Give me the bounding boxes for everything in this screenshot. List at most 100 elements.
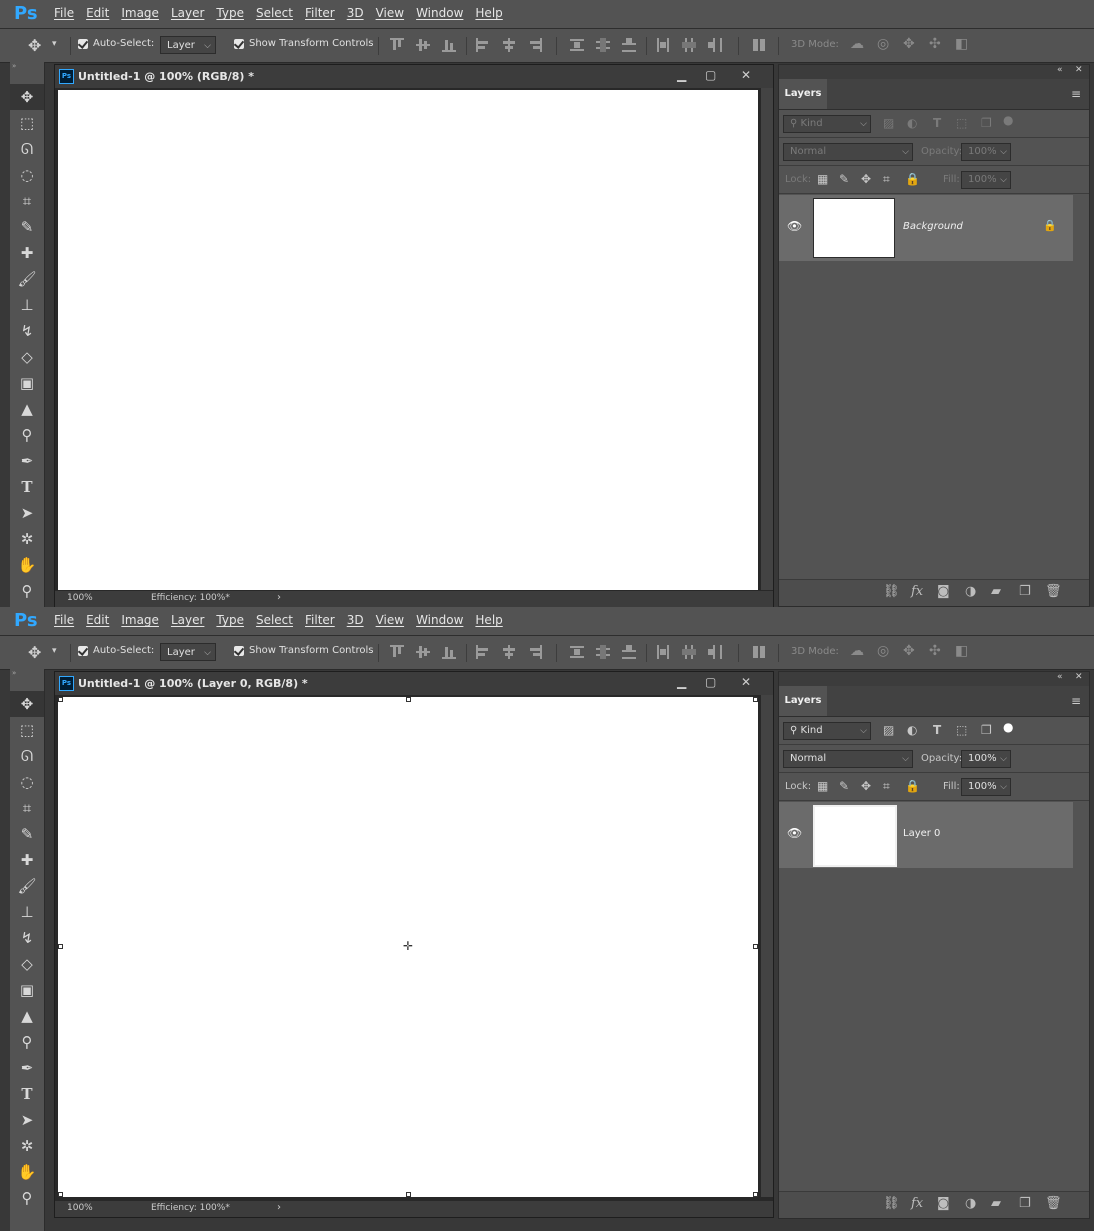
3d-roll-icon[interactable]: ◎ (877, 643, 889, 659)
adjustment-filter-icon[interactable]: ◐ (907, 723, 917, 737)
menu-select[interactable]: Select (256, 613, 293, 627)
path-select-tool-icon[interactable]: ➤ (10, 1107, 44, 1133)
trash-icon[interactable]: 🗑 (1045, 584, 1062, 599)
document-tab[interactable]: Ps Untitled-1 @ 100% (Layer 0, RGB/8) * … (55, 672, 773, 695)
hand-tool-icon[interactable]: ✋ (10, 552, 44, 578)
move-tool-icon[interactable]: ✥ (10, 691, 44, 717)
close-panel-icon[interactable]: ✕ (1075, 672, 1083, 682)
align-vcenter-icon[interactable] (416, 38, 430, 52)
type-tool-icon[interactable]: T (10, 1081, 44, 1107)
image-filter-icon[interactable]: ▨ (883, 116, 894, 130)
adjustment-filter-icon[interactable]: ◐ (907, 116, 917, 130)
align-vcenter-icon[interactable] (416, 645, 430, 659)
auto-select-checkbox[interactable] (78, 39, 88, 49)
filter-kind-dropdown[interactable]: ⚲ Kind ⌵ (783, 115, 871, 133)
distribute-right-icon[interactable] (708, 38, 722, 52)
brush-tool-icon[interactable]: 🖌 (10, 873, 44, 899)
canvas[interactable] (58, 90, 758, 590)
visibility-eye-icon[interactable]: 👁 (787, 826, 802, 840)
menu-image[interactable]: Image (121, 6, 159, 20)
menu-filter[interactable]: Filter (305, 6, 335, 20)
lock-artboard-icon[interactable]: ⌗ (883, 172, 890, 187)
menu-window[interactable]: Window (416, 613, 463, 627)
auto-align-icon[interactable] (752, 38, 766, 52)
quick-select-tool-icon[interactable]: ◌ (10, 769, 44, 795)
image-filter-icon[interactable]: ▨ (883, 723, 894, 737)
blend-mode-dropdown[interactable]: Normal ⌵ (783, 750, 913, 768)
distribute-hcenter-icon[interactable] (682, 38, 696, 52)
pen-tool-icon[interactable]: ✒ (10, 448, 44, 474)
chevron-down-icon[interactable]: ▾ (52, 39, 57, 49)
vertical-scrollbar[interactable] (761, 88, 773, 590)
shape-filter-icon[interactable]: ⬚ (956, 723, 967, 737)
3d-pan-icon[interactable]: ✥ (903, 643, 915, 659)
lock-all-icon[interactable]: 🔒 (905, 172, 920, 186)
menu-window[interactable]: Window (416, 6, 463, 20)
filter-kind-dropdown[interactable]: ⚲ Kind ⌵ (783, 722, 871, 740)
transform-handle-bottom-right[interactable] (753, 1192, 758, 1197)
collapse-icon[interactable]: » (10, 669, 44, 677)
opacity-field[interactable]: 100% ⌵ (961, 143, 1011, 161)
healing-brush-tool-icon[interactable]: ✚ (10, 240, 44, 266)
dodge-tool-icon[interactable]: ⚲ (10, 1029, 44, 1055)
3d-pan-icon[interactable]: ✥ (903, 36, 915, 52)
distribute-vcenter-icon[interactable] (596, 645, 610, 659)
add-mask-icon[interactable]: ◙ (937, 584, 950, 599)
align-top-icon[interactable] (390, 38, 404, 52)
transform-handle-bottom[interactable] (406, 1192, 411, 1197)
pen-tool-icon[interactable]: ✒ (10, 1055, 44, 1081)
menu-filter[interactable]: Filter (305, 613, 335, 627)
fx-icon[interactable]: fx (911, 584, 923, 599)
align-hcenter-icon[interactable] (502, 38, 516, 52)
menu-image[interactable]: Image (121, 613, 159, 627)
menu-select[interactable]: Select (256, 6, 293, 20)
transform-handle-bottom-left[interactable] (58, 1192, 63, 1197)
3d-slide-icon[interactable]: ✣ (929, 36, 941, 52)
layer-name[interactable]: Background (903, 221, 963, 232)
show-transform-checkbox[interactable] (234, 39, 244, 49)
healing-brush-tool-icon[interactable]: ✚ (10, 847, 44, 873)
transform-handle-top-right[interactable] (753, 697, 758, 702)
align-left-icon[interactable] (476, 645, 490, 659)
close-icon[interactable]: ✕ (741, 675, 751, 689)
adjustment-layer-icon[interactable]: ◑ (965, 584, 976, 599)
panel-menu-icon[interactable]: ≡ (1071, 87, 1081, 101)
fill-field[interactable]: 100% ⌵ (961, 171, 1011, 189)
panel-menu-icon[interactable]: ≡ (1071, 694, 1081, 708)
document-tab[interactable]: Ps Untitled-1 @ 100% (RGB/8) * ▁ ▢ ✕ (55, 65, 773, 88)
lock-icon[interactable]: 🔒 (1043, 219, 1057, 232)
align-right-icon[interactable] (528, 645, 542, 659)
show-transform-checkbox[interactable] (234, 646, 244, 656)
maximize-icon[interactable]: ▢ (705, 68, 716, 82)
chevron-right-icon[interactable]: › (277, 592, 281, 603)
crop-tool-icon[interactable]: ⌗ (10, 188, 44, 214)
opacity-field[interactable]: 100% ⌵ (961, 750, 1011, 768)
lock-image-icon[interactable]: ✎ (839, 172, 849, 186)
zoom-tool-icon[interactable]: ⚲ (10, 1185, 44, 1211)
gradient-tool-icon[interactable]: ▣ (10, 977, 44, 1003)
lock-image-icon[interactable]: ✎ (839, 779, 849, 793)
menu-help[interactable]: Help (475, 6, 502, 20)
auto-select-checkbox[interactable] (78, 646, 88, 656)
clone-stamp-tool-icon[interactable]: ⊥ (10, 899, 44, 925)
distribute-left-icon[interactable] (656, 645, 670, 659)
menu-type[interactable]: Type (216, 6, 244, 20)
transform-handle-left[interactable] (58, 944, 63, 949)
minimize-icon[interactable]: ▁ (677, 68, 686, 82)
distribute-hcenter-icon[interactable] (682, 645, 696, 659)
blur-tool-icon[interactable]: ▲ (10, 396, 44, 422)
3d-slide-icon[interactable]: ✣ (929, 643, 941, 659)
filter-toggle-icon[interactable]: ● (1003, 720, 1013, 734)
shape-filter-icon[interactable]: ⬚ (956, 116, 967, 130)
trash-icon[interactable]: 🗑 (1045, 1196, 1062, 1211)
lock-position-icon[interactable]: ✥ (861, 779, 871, 793)
tab-layers[interactable]: Layers (779, 79, 827, 109)
menu-edit[interactable]: Edit (86, 613, 109, 627)
3d-orbit-icon[interactable]: ☁ (850, 36, 864, 52)
blur-tool-icon[interactable]: ▲ (10, 1003, 44, 1029)
quick-select-tool-icon[interactable]: ◌ (10, 162, 44, 188)
zoom-level[interactable]: 100% (67, 1203, 93, 1213)
transform-handle-right[interactable] (753, 944, 758, 949)
history-brush-tool-icon[interactable]: ↯ (10, 318, 44, 344)
chevron-down-icon[interactable]: ▾ (52, 646, 57, 656)
